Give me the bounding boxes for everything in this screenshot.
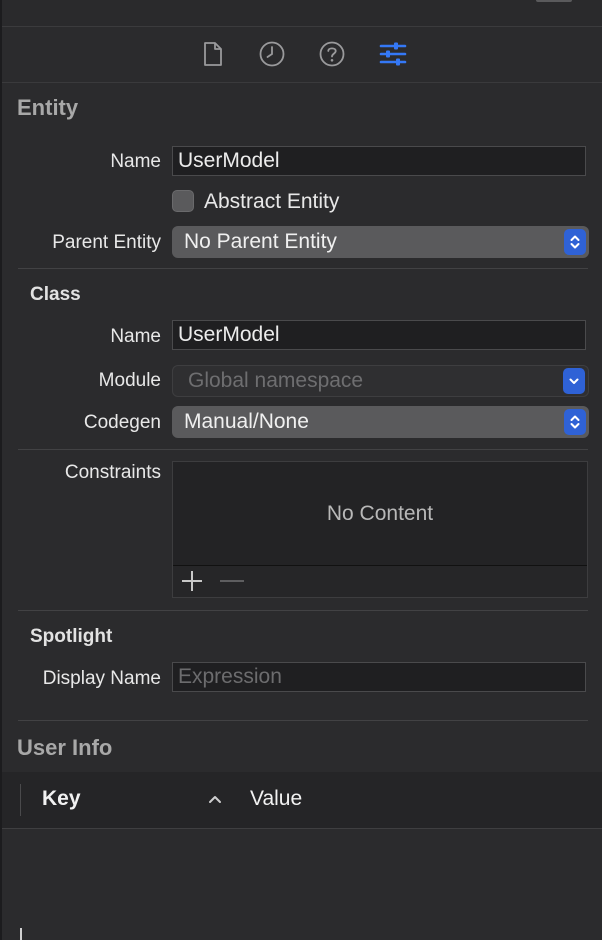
tab-quick-help[interactable] — [317, 39, 347, 69]
tab-file-inspector[interactable] — [197, 39, 227, 69]
abstract-entity-label: Abstract Entity — [204, 190, 340, 213]
value-column-header[interactable]: Value — [250, 787, 302, 811]
user-info-section-title: User Info — [17, 735, 113, 760]
entity-name-field[interactable]: UserModel — [172, 146, 586, 176]
constraints-empty-text: No Content — [326, 502, 434, 525]
display-name-label: Display Name — [42, 668, 161, 689]
attributes-sliders-icon — [379, 42, 407, 66]
codegen-value: Manual/None — [184, 410, 309, 433]
remove-constraint-button[interactable] — [219, 570, 245, 592]
history-clock-icon — [259, 41, 285, 67]
file-icon — [204, 42, 222, 66]
parent-entity-popup[interactable]: No Parent Entity — [172, 226, 589, 258]
column-divider — [20, 784, 21, 816]
parent-entity-label: Parent Entity — [52, 232, 161, 253]
codegen-popup[interactable]: Manual/None — [172, 406, 589, 438]
parent-entity-value: No Parent Entity — [184, 230, 337, 253]
user-info-table-header: Key Value — [2, 772, 602, 829]
entity-section-title: Entity — [17, 95, 79, 120]
class-section-title: Class — [30, 284, 81, 305]
divider — [18, 610, 588, 611]
module-popup[interactable]: Global namespace — [172, 365, 589, 397]
user-info-table-body[interactable] — [2, 829, 602, 940]
constraints-table[interactable]: No Content — [172, 461, 588, 598]
inspector-tab-bar — [2, 27, 602, 83]
resize-handle[interactable] — [20, 928, 22, 940]
divider — [18, 449, 588, 450]
key-column-header[interactable]: Key — [42, 787, 81, 811]
help-question-icon — [319, 41, 345, 67]
abstract-entity-checkbox[interactable] — [172, 190, 194, 212]
chevron-up-icon[interactable] — [207, 792, 223, 810]
up-down-chevron-icon — [564, 229, 586, 255]
class-name-field[interactable]: UserModel — [172, 320, 586, 350]
entity-name-label: Name — [110, 151, 161, 172]
module-label: Module — [98, 370, 161, 391]
class-name-label: Name — [110, 326, 161, 347]
divider — [18, 720, 588, 721]
add-constraint-button[interactable] — [179, 570, 205, 592]
constraints-toolbar — [173, 565, 587, 597]
codegen-label: Codegen — [83, 412, 161, 433]
spotlight-section-title: Spotlight — [30, 626, 113, 647]
module-placeholder: Global namespace — [188, 369, 364, 392]
chevron-down-icon — [563, 368, 585, 394]
display-name-field[interactable]: Expression — [172, 662, 586, 692]
minus-icon — [220, 580, 244, 582]
up-down-chevron-icon — [564, 409, 586, 435]
tab-history-inspector[interactable] — [257, 39, 287, 69]
top-bar — [2, 0, 602, 27]
plus-icon — [182, 571, 202, 591]
constraints-label: Constraints — [64, 462, 161, 483]
divider — [18, 268, 588, 269]
tab-data-model-inspector[interactable] — [378, 39, 408, 69]
window-control[interactable] — [536, 0, 572, 2]
